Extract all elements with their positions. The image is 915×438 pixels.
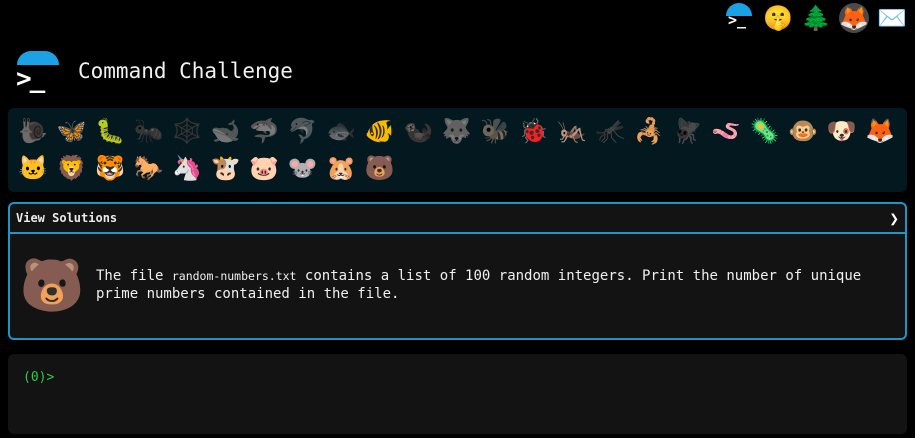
- lion-icon[interactable]: 🦁: [53, 149, 92, 186]
- animal-challenge-strip: 🐌 🦋 🐛 🐜 🕸️ 🐋 🦈 🐬 🐟 🐠 🦦 🐺 🐝 🐞 🦗 🦟 🦂 🪰 🪱 🦠 🐵 🐶 🦊 🐱 🦁 🐯 🐎 🦄 🐮 🐷 🐭 🐹 🐻: [8, 108, 907, 192]
- logo-dome: [17, 51, 59, 65]
- terminal-logo-icon[interactable]: >_: [725, 3, 755, 33]
- monkey-icon[interactable]: 🐵: [784, 112, 823, 149]
- page-header: >_ Command Challenge: [16, 46, 293, 96]
- terminal-glyph: >_: [728, 11, 747, 29]
- page-title: Command Challenge: [78, 59, 293, 83]
- bear-icon: 🐻: [19, 255, 85, 316]
- fish-icon[interactable]: 🐟: [322, 112, 361, 149]
- shush-face-icon[interactable]: 🤫: [763, 3, 793, 33]
- snail-icon[interactable]: 🐌: [14, 112, 53, 149]
- wolf-icon[interactable]: 🐺: [438, 112, 477, 149]
- cricket-icon[interactable]: 🦗: [553, 112, 592, 149]
- bear-icon[interactable]: 🐻: [361, 149, 400, 186]
- ladybug-icon[interactable]: 🐞: [515, 112, 554, 149]
- horse-icon[interactable]: 🐎: [130, 149, 169, 186]
- solutions-panel: View Solutions ❯ 🐻 The file random-numbe…: [8, 202, 907, 340]
- ant-icon[interactable]: 🐜: [130, 112, 169, 149]
- cat-icon[interactable]: 🐱: [14, 149, 53, 186]
- tiger-icon[interactable]: 🐯: [91, 149, 130, 186]
- tropical-fish-icon[interactable]: 🐠: [361, 112, 400, 149]
- microbe-icon[interactable]: 🦠: [746, 112, 785, 149]
- dolphin-icon[interactable]: 🐬: [284, 112, 323, 149]
- caterpillar-icon[interactable]: 🐛: [91, 112, 130, 149]
- view-solutions-toggle[interactable]: View Solutions ❯: [10, 204, 905, 234]
- pig-icon[interactable]: 🐷: [245, 149, 284, 186]
- terminal-prompt: (0)>: [23, 370, 55, 385]
- spider-web-icon[interactable]: 🕸️: [168, 112, 207, 149]
- file-name: random-numbers.txt: [171, 269, 297, 283]
- bee-icon[interactable]: 🐝: [476, 112, 515, 149]
- shark-icon[interactable]: 🦈: [245, 112, 284, 149]
- unicorn-icon[interactable]: 🦄: [168, 149, 207, 186]
- view-solutions-label: View Solutions: [16, 211, 118, 225]
- top-icon-bar: >_ 🤫 🌲 🦊 ✉️: [725, 0, 915, 36]
- logo-glyph: >_: [16, 64, 45, 94]
- fly-icon[interactable]: 🪰: [669, 112, 708, 149]
- app-logo-icon[interactable]: >_: [16, 50, 60, 94]
- worm-icon[interactable]: 🪱: [707, 112, 746, 149]
- butterfly-icon[interactable]: 🦋: [53, 112, 92, 149]
- challenge-body: 🐻 The file random-numbers.txt contains a…: [10, 234, 905, 336]
- chevron-right-icon[interactable]: ❯: [889, 209, 899, 228]
- terminal-area[interactable]: (0)>: [8, 354, 907, 434]
- desc-prefix: The file: [96, 268, 172, 284]
- tree-icon[interactable]: 🌲: [801, 3, 831, 33]
- otter-icon[interactable]: 🦦: [399, 112, 438, 149]
- mouse-icon[interactable]: 🐭: [284, 149, 323, 186]
- mosquito-icon[interactable]: 🦟: [592, 112, 631, 149]
- scorpion-icon[interactable]: 🦂: [630, 112, 669, 149]
- dog-icon[interactable]: 🐶: [823, 112, 862, 149]
- gitlab-icon[interactable]: 🦊: [839, 3, 869, 33]
- cow-icon[interactable]: 🐮: [207, 149, 246, 186]
- hamster-icon[interactable]: 🐹: [322, 149, 361, 186]
- fox-icon[interactable]: 🦊: [861, 112, 900, 149]
- challenge-description: The file random-numbers.txt contains a l…: [96, 267, 886, 303]
- whale-icon[interactable]: 🐋: [207, 112, 246, 149]
- envelope-icon[interactable]: ✉️: [877, 3, 907, 33]
